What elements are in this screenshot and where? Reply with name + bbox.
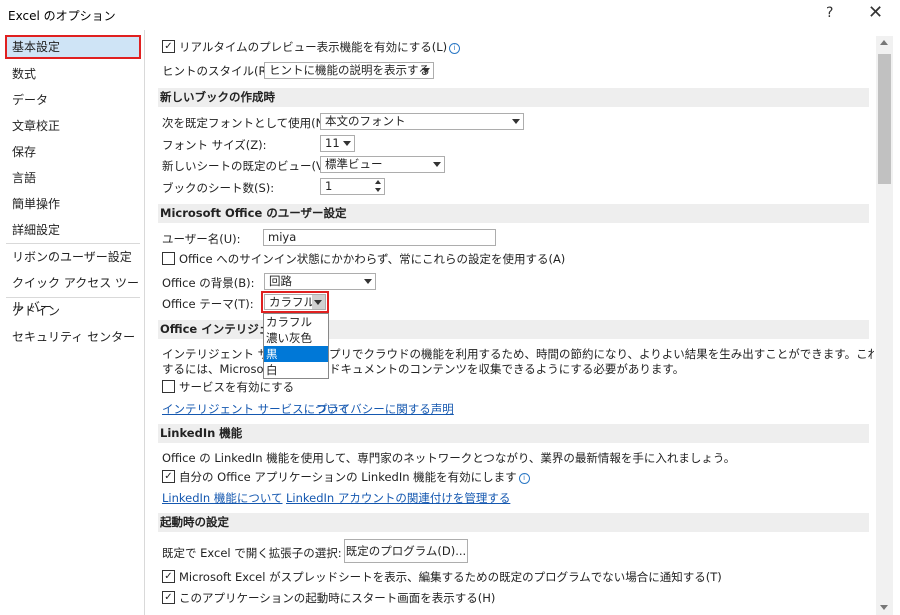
tooltip-style-value: ヒントに機能の説明を表示する	[269, 63, 430, 77]
default-font-select[interactable]: 本文のフォント	[320, 113, 524, 130]
live-preview-label: リアルタイムのプレビュー表示機能を有効にする(L) i	[179, 39, 461, 55]
window-title: Excel のオプション	[8, 9, 116, 23]
tooltip-style-select[interactable]: ヒントに機能の説明を表示する	[264, 62, 434, 79]
linkedin-enable-checkbox[interactable]: ✓	[162, 470, 175, 483]
chevron-down-icon	[433, 162, 441, 167]
sheet-count-value: 1	[325, 179, 333, 193]
live-preview-checkbox[interactable]: ✓	[162, 40, 175, 53]
intelligent-desc-line2a: するには、Microsoft	[162, 362, 272, 376]
scroll-up-icon[interactable]	[880, 40, 888, 45]
intelligent-desc-line1b: プリでクラウドの機能を利用するため、時間の節約になり、よりよい結果を生み出すこと…	[329, 347, 874, 361]
office-background-label: Office の背景(B):	[162, 276, 255, 290]
start-screen-checkbox[interactable]: ✓	[162, 591, 175, 604]
sheet-count-label: ブックのシート数(S):	[162, 181, 275, 195]
info-icon: i	[449, 43, 461, 54]
default-view-value: 標準ビュー	[325, 157, 383, 171]
sidebar-item-save[interactable]: 保存	[5, 140, 141, 164]
always-use-label: Office へのサインイン状態にかかわらず、常にこれらの設定を使用する(A)	[179, 252, 566, 266]
username-label: ユーザー名(U):	[162, 232, 241, 246]
help-icon[interactable]: ?	[826, 5, 833, 21]
office-theme-label: Office テーマ(T):	[162, 297, 254, 311]
linkedin-desc: Office の LinkedIn 機能を使用して、専門家のネットワークとつなが…	[162, 451, 736, 465]
default-programs-button[interactable]: 既定のプログラム(D)...	[344, 539, 468, 563]
start-screen-label: このアプリケーションの起動時にスタート画面を表示する(H)	[179, 591, 496, 605]
close-icon[interactable]: ✕	[868, 2, 883, 23]
sidebar-divider	[6, 297, 140, 298]
vertical-scrollbar[interactable]	[876, 36, 893, 615]
chevron-down-icon	[343, 141, 351, 146]
theme-option-dark-gray[interactable]: 濃い灰色	[264, 330, 328, 346]
office-background-value: 回路	[269, 274, 292, 288]
default-extensions-label: 既定で Excel で開く拡張子の選択:	[162, 546, 342, 560]
theme-option-black[interactable]: 黒	[264, 346, 328, 362]
linkedin-enable-label: 自分の Office アプリケーションの LinkedIn 機能を有効にします i	[179, 469, 530, 485]
title-bar: Excel のオプション ? ✕	[0, 0, 900, 30]
default-font-label: 次を既定フォントとして使用(N):	[162, 116, 333, 130]
section-new-workbook-header: 新しいブックの作成時	[158, 88, 869, 107]
font-size-select[interactable]: 11	[320, 135, 355, 152]
default-view-label: 新しいシートの既定のビュー(V):	[162, 159, 333, 173]
manage-linkedin-link[interactable]: LinkedIn アカウントの関連付けを管理する	[286, 490, 510, 506]
office-theme-value: カラフル	[269, 295, 315, 309]
section-linkedin-header: LinkedIn 機能	[158, 424, 869, 443]
office-theme-select[interactable]: カラフル	[264, 294, 326, 310]
section-startup-header: 起動時の設定	[158, 513, 869, 532]
notify-default-checkbox[interactable]: ✓	[162, 570, 175, 583]
sidebar-item-addins[interactable]: アドイン	[5, 299, 141, 323]
sidebar-item-trust-center[interactable]: セキュリティ センター	[5, 325, 141, 349]
intelligent-desc-line2b: ドキュメントのコンテンツを収集できるようにする必要があります。	[329, 362, 685, 376]
username-input[interactable]: miya	[263, 229, 496, 246]
tooltip-style-label: ヒントのスタイル(R):	[162, 64, 275, 78]
privacy-statement-link[interactable]: プライバシーに関する声明	[316, 401, 454, 417]
section-personalize-header: Microsoft Office のユーザー設定	[158, 204, 869, 223]
sidebar-item-proofing[interactable]: 文章校正	[5, 114, 141, 138]
enable-services-checkbox[interactable]	[162, 380, 175, 393]
sidebar-item-quick-access-toolbar[interactable]: クイック アクセス ツール バー	[5, 271, 141, 314]
sidebar-item-language[interactable]: 言語	[5, 166, 141, 190]
sidebar-item-data[interactable]: データ	[5, 88, 141, 112]
chevron-down-icon	[512, 119, 520, 124]
chevron-down-icon	[314, 300, 322, 305]
sidebar-item-general[interactable]: 基本設定	[5, 35, 141, 59]
sidebar: 基本設定 数式 データ 文章校正 保存 言語 簡単操作 詳細設定 リボンのユーザ…	[0, 30, 145, 615]
font-size-label: フォント サイズ(Z):	[162, 138, 267, 152]
default-view-select[interactable]: 標準ビュー	[320, 156, 445, 173]
font-size-value: 11	[325, 136, 340, 150]
scroll-down-icon[interactable]	[880, 605, 888, 610]
chevron-down-icon	[422, 68, 430, 73]
sidebar-divider	[6, 243, 140, 244]
default-font-value: 本文のフォント	[325, 114, 406, 128]
theme-option-white[interactable]: 白	[264, 362, 328, 378]
about-linkedin-link[interactable]: LinkedIn 機能について	[162, 490, 283, 506]
sheet-count-spinner[interactable]: 1	[320, 178, 385, 195]
office-background-select[interactable]: 回路	[264, 273, 376, 290]
options-content: ✓ リアルタイムのプレビュー表示機能を有効にする(L) i ヒントのスタイル(R)…	[150, 30, 874, 615]
notify-default-label: Microsoft Excel がスプレッドシートを表示、編集するための既定のプ…	[179, 570, 722, 584]
username-value: miya	[268, 230, 297, 244]
enable-services-label: サービスを有効にする	[179, 380, 295, 394]
scrollbar-thumb[interactable]	[878, 54, 891, 184]
sidebar-item-accessibility[interactable]: 簡単操作	[5, 192, 141, 216]
info-icon: i	[518, 473, 530, 484]
spin-down-icon[interactable]	[375, 188, 381, 192]
spin-up-icon[interactable]	[375, 180, 381, 184]
sidebar-item-formulas[interactable]: 数式	[5, 62, 141, 86]
always-use-checkbox[interactable]	[162, 252, 175, 265]
sidebar-item-advanced[interactable]: 詳細設定	[5, 218, 141, 242]
sidebar-item-customize-ribbon[interactable]: リボンのユーザー設定	[5, 245, 141, 269]
office-theme-dropdown-list: カラフル 濃い灰色 黒 白	[263, 313, 329, 379]
theme-option-colorful[interactable]: カラフル	[264, 314, 328, 330]
chevron-down-icon	[364, 279, 372, 284]
